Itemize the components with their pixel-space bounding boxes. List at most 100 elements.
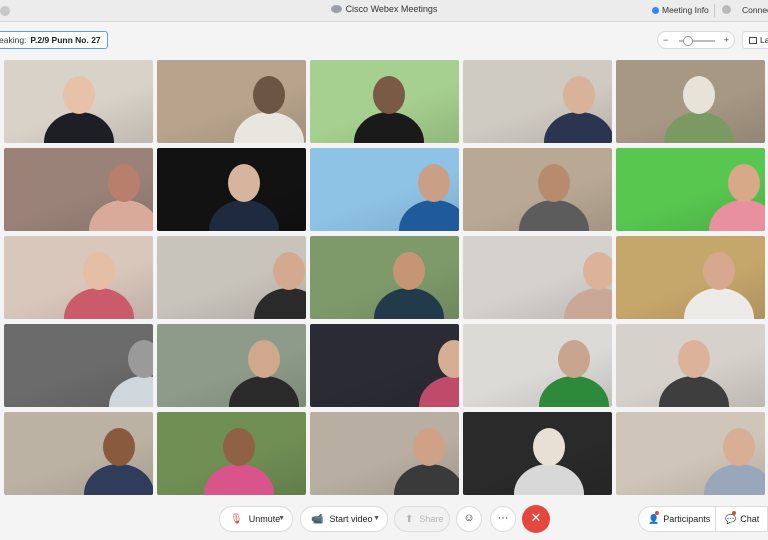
participant-face [533, 428, 565, 466]
participant-face [703, 252, 735, 290]
participant-silhouette [539, 376, 609, 407]
unmute-button[interactable]: 🎙 Unmute ▼ [219, 506, 293, 532]
participant-face [253, 76, 285, 114]
participant-silhouette [514, 464, 584, 495]
connection-label[interactable]: Connec [742, 5, 768, 15]
participant-silhouette [204, 464, 274, 495]
participant-video-tile[interactable] [463, 236, 612, 319]
more-icon: ··· [497, 512, 509, 524]
participant-face [678, 340, 710, 378]
active-speaker-name: P.2/9 Punn No. 27 [30, 35, 101, 45]
participant-video-tile[interactable] [157, 412, 306, 495]
participant-silhouette [64, 288, 134, 319]
chat-button[interactable]: 💬 Chat [716, 506, 768, 532]
chevron-down-icon[interactable]: ▼ [373, 515, 380, 522]
participants-icon: 👤 [648, 514, 660, 524]
participant-face [558, 340, 590, 378]
participant-video-tile[interactable] [463, 60, 612, 143]
webex-logo-icon [330, 5, 342, 13]
mic-muted-icon: 🎙 [230, 514, 243, 525]
participant-video-tile[interactable] [310, 148, 459, 231]
participant-silhouette [209, 200, 279, 231]
info-icon [652, 7, 659, 14]
participant-face [273, 252, 305, 290]
zoom-knob[interactable] [682, 36, 693, 46]
participant-face [223, 428, 255, 466]
participant-silhouette [44, 112, 114, 143]
zoom-in-icon[interactable]: + [724, 35, 729, 45]
participant-silhouette [544, 112, 612, 143]
participant-video-tile[interactable] [310, 236, 459, 319]
participant-silhouette [254, 288, 306, 319]
leave-meeting-button[interactable]: ✕ [522, 505, 550, 533]
participant-video-tile[interactable] [310, 324, 459, 407]
participant-video-tile[interactable] [463, 148, 612, 231]
participant-video-tile[interactable] [4, 236, 153, 319]
participant-face [418, 164, 450, 202]
notification-dot [655, 511, 659, 515]
participant-video-tile[interactable] [616, 236, 765, 319]
participant-video-tile[interactable] [4, 412, 153, 495]
participant-video-tile[interactable] [157, 324, 306, 407]
layout-button[interactable]: Lay [742, 31, 768, 49]
participant-silhouette [709, 200, 765, 231]
participant-face [583, 252, 612, 290]
active-speaker-indicator: eaking: P.2/9 Punn No. 27 [0, 31, 108, 49]
share-button[interactable]: ⬆ Share [394, 506, 450, 532]
participant-video-tile[interactable] [157, 236, 306, 319]
participant-video-tile[interactable] [157, 148, 306, 231]
participant-silhouette [354, 112, 424, 143]
participant-silhouette [394, 464, 459, 495]
zoom-out-icon[interactable]: − [663, 35, 668, 45]
participant-video-tile[interactable] [4, 324, 153, 407]
participant-silhouette [704, 464, 765, 495]
participant-face [248, 340, 280, 378]
participant-video-tile[interactable] [463, 412, 612, 495]
participant-silhouette [374, 288, 444, 319]
participant-face [728, 164, 760, 202]
participant-face [373, 76, 405, 114]
title-bar: Cisco Webex Meetings Meeting Info Connec [0, 0, 768, 22]
participant-silhouette [684, 288, 754, 319]
participant-silhouette [664, 112, 734, 143]
connection-status-icon[interactable] [722, 5, 731, 14]
participant-video-tile[interactable] [616, 324, 765, 407]
participant-silhouette [399, 200, 459, 231]
start-video-button[interactable]: 📹 Start video ▼ [300, 506, 388, 532]
participant-face [83, 252, 115, 290]
participant-video-tile[interactable] [616, 60, 765, 143]
participant-face [63, 76, 95, 114]
participant-video-tile[interactable] [616, 148, 765, 231]
participant-video-tile[interactable] [310, 60, 459, 143]
camera-off-icon: 📹 [311, 514, 324, 525]
reactions-button[interactable]: ☺ [456, 506, 482, 532]
participant-silhouette [234, 112, 304, 143]
participant-video-tile[interactable] [463, 324, 612, 407]
participant-face [128, 340, 153, 378]
meeting-info-button[interactable]: Meeting Info [652, 5, 709, 15]
participant-silhouette [84, 464, 153, 495]
participant-video-tile[interactable] [616, 412, 765, 495]
participant-video-grid [4, 60, 765, 496]
participant-face [108, 164, 140, 202]
more-options-button[interactable]: ··· [490, 506, 516, 532]
participant-face [413, 428, 445, 466]
participants-button[interactable]: 👤 Participants [638, 506, 716, 532]
participant-video-tile[interactable] [310, 412, 459, 495]
participant-face [103, 428, 135, 466]
divider [714, 4, 715, 17]
video-zoom-slider[interactable]: − + [657, 31, 735, 49]
meeting-controls-bar: 🎙 Unmute ▼ 📹 Start video ▼ ⬆ Share ☺ ··· ✕ … [0, 500, 768, 540]
participant-silhouette [229, 376, 299, 407]
participant-face [538, 164, 570, 202]
chat-icon: 💬 [725, 514, 737, 524]
emoji-icon: ☺ [463, 512, 475, 524]
participant-silhouette [564, 288, 612, 319]
participant-silhouette [419, 376, 459, 407]
participant-video-tile[interactable] [4, 60, 153, 143]
participant-video-tile[interactable] [4, 148, 153, 231]
chevron-down-icon[interactable]: ▼ [278, 515, 285, 522]
participant-video-tile[interactable] [157, 60, 306, 143]
participant-silhouette [519, 200, 589, 231]
participant-face [563, 76, 595, 114]
